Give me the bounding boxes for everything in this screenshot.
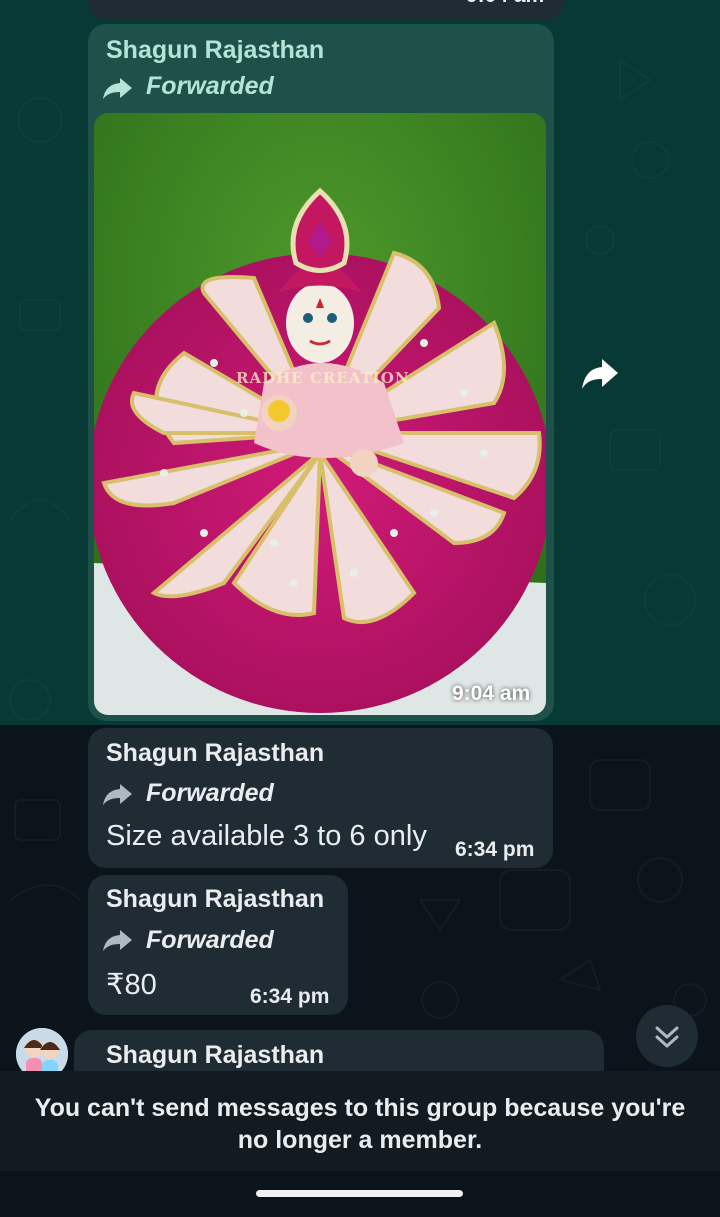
- message-time: 6:34 pm: [455, 838, 535, 861]
- sender-name[interactable]: Shagun Rajasthan: [106, 739, 324, 768]
- forward-arrow-icon: [103, 784, 132, 805]
- message-photo[interactable]: [94, 113, 546, 715]
- forward-arrow-icon: [103, 78, 132, 99]
- message-text: ₹80: [106, 969, 157, 1001]
- forwarded-label: Forwarded: [146, 72, 274, 100]
- forwarded-label: Forwarded: [146, 779, 274, 807]
- forward-arrow-icon: [103, 930, 132, 951]
- scroll-to-bottom-button[interactable]: [636, 1005, 698, 1067]
- image-watermark: RADHE CREATION: [236, 369, 410, 387]
- forwarded-label: Forwarded: [146, 926, 274, 954]
- chat-area[interactable]: 9:04 am Shagun Rajasthan Forwarded: [0, 0, 720, 1071]
- message-time: 6:34 pm: [250, 985, 330, 1008]
- sender-name[interactable]: Shagun Rajasthan: [106, 1041, 324, 1070]
- home-gesture-handle[interactable]: [256, 1190, 463, 1197]
- message-time: 9:04 am: [452, 682, 531, 705]
- double-chevron-down-icon: [655, 1026, 679, 1048]
- avatar[interactable]: [16, 1028, 68, 1071]
- previous-message-bubble[interactable]: 9:04 am: [88, 0, 564, 20]
- not-member-notice: You can't send messages to this group be…: [34, 1094, 686, 1154]
- sender-name[interactable]: Shagun Rajasthan: [106, 36, 324, 65]
- message-time: 9:04 am: [466, 0, 544, 8]
- message-text: Size available 3 to 6 only: [106, 820, 427, 852]
- sender-name[interactable]: Shagun Rajasthan: [106, 885, 324, 914]
- share-forward-icon[interactable]: [580, 355, 620, 391]
